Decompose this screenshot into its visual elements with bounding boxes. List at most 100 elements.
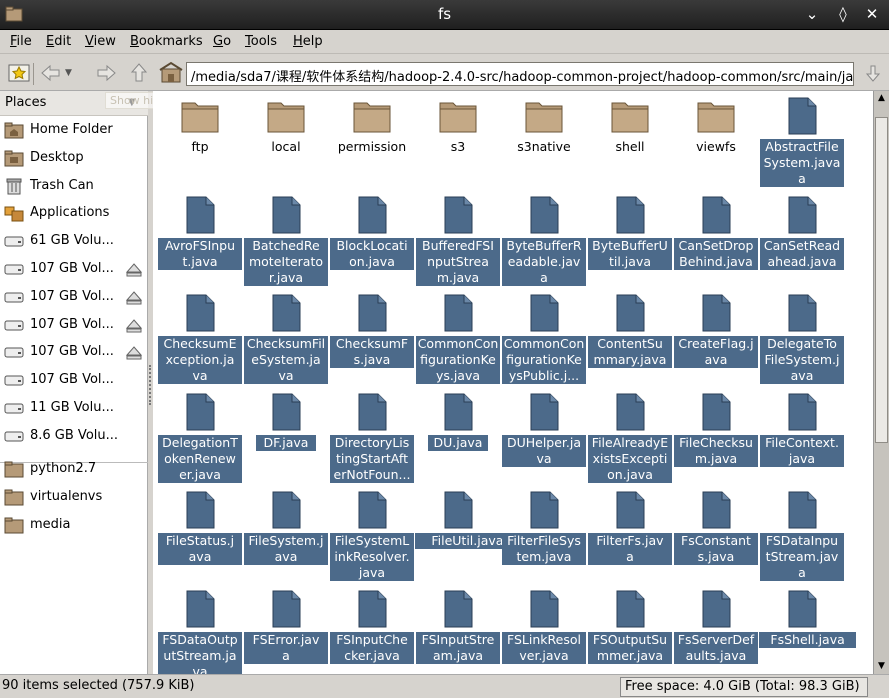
- place-item[interactable]: 107 GB Vol...: [0, 338, 148, 366]
- file-item[interactable]: FSDataInpu tStream.jav a: [759, 491, 845, 581]
- menu-go[interactable]: Go: [213, 34, 231, 49]
- file-name: FSInputChe cker.java: [330, 632, 414, 664]
- minimize-button[interactable]: ⌄: [802, 4, 822, 24]
- bookmark-item[interactable]: python2.7: [0, 455, 148, 483]
- place-item[interactable]: 107 GB Vol...: [0, 255, 148, 283]
- file-name-line: BatchedRe: [252, 238, 320, 253]
- file-item[interactable]: ChecksumF s.java: [329, 294, 415, 368]
- location-bar[interactable]: /media/sda7/课程/软件体系结构/hadoop-2.4.0-src/h…: [186, 62, 854, 86]
- place-item[interactable]: Home Folder: [0, 116, 148, 144]
- menu-tools[interactable]: Tools: [245, 34, 277, 49]
- file-name-line: er.java: [179, 467, 221, 482]
- back-arrow-icon[interactable]: [38, 61, 64, 85]
- file-item[interactable]: FileUtil.java: [415, 491, 520, 549]
- file-name: DU.java: [428, 435, 488, 451]
- home-icon[interactable]: [158, 61, 184, 85]
- place-item[interactable]: 61 GB Volu...: [0, 227, 148, 255]
- bookmark-item[interactable]: virtualenvs: [0, 483, 148, 511]
- file-item[interactable]: BlockLocati on.java: [329, 196, 415, 270]
- file-name: DelegationT okenRenew er.java: [158, 435, 242, 483]
- menu-edit[interactable]: Edit: [46, 34, 71, 49]
- file-item[interactable]: FSError.jav a: [243, 590, 329, 664]
- forward-arrow-icon[interactable]: [93, 61, 119, 85]
- folder-item[interactable]: shell: [587, 97, 673, 155]
- file-item[interactable]: FileSystem.j ava: [243, 491, 329, 565]
- file-item[interactable]: FileChecksu m.java: [673, 393, 759, 467]
- eject-icon[interactable]: [126, 346, 142, 360]
- eject-icon[interactable]: [126, 263, 142, 277]
- file-item[interactable]: AvroFSInpu t.java: [157, 196, 243, 270]
- file-item[interactable]: CanSetRead ahead.java: [759, 196, 845, 270]
- bookmark-item[interactable]: media: [0, 511, 148, 539]
- file-item[interactable]: DUHelper.ja va: [501, 393, 587, 467]
- file-item[interactable]: FSInputChe cker.java: [329, 590, 415, 664]
- file-item[interactable]: AbstractFile System.java a: [759, 97, 845, 187]
- file-view[interactable]: ftp local permission s3 s3native shell viewfs A…: [153, 91, 873, 674]
- place-item[interactable]: Desktop: [0, 144, 148, 172]
- file-item[interactable]: BatchedRe moteIterato r.java: [243, 196, 329, 286]
- pane-resize-grip[interactable]: [149, 365, 152, 405]
- file-item[interactable]: FileSystemL inkResolver. java: [329, 491, 415, 581]
- folder-item[interactable]: ftp: [157, 97, 243, 155]
- file-item[interactable]: DelegationT okenRenew er.java: [157, 393, 243, 483]
- file-item[interactable]: CreateFlag.j ava: [673, 294, 759, 368]
- java-file-icon: [444, 294, 473, 332]
- file-item[interactable]: FSDataOutp utStream.ja va: [157, 590, 243, 674]
- menu-view[interactable]: View: [85, 34, 116, 49]
- file-item[interactable]: CommonCon figurationKe ys.java: [415, 294, 501, 384]
- file-item[interactable]: DelegateTo FileSystem.j ava: [759, 294, 845, 384]
- file-item[interactable]: ChecksumFil eSystem.ja va: [243, 294, 329, 384]
- file-item[interactable]: ContentSu mmary.java: [587, 294, 673, 368]
- scroll-thumb[interactable]: [875, 117, 888, 443]
- file-item[interactable]: DU.java: [415, 393, 501, 451]
- file-item[interactable]: FsShell.java: [759, 590, 857, 648]
- file-item[interactable]: FileStatus.j ava: [157, 491, 243, 565]
- file-item[interactable]: ChecksumE xception.ja va: [157, 294, 243, 384]
- file-item[interactable]: FilterFileSys tem.java: [501, 491, 587, 565]
- back-dropdown-icon[interactable]: ▼: [65, 68, 72, 78]
- folder-item[interactable]: viewfs: [673, 97, 759, 155]
- menu-bookmarks[interactable]: Bookmarks: [130, 34, 203, 49]
- file-item[interactable]: FSInputStre am.java: [415, 590, 501, 664]
- file-item[interactable]: FilterFs.jav a: [587, 491, 673, 565]
- file-item[interactable]: ByteBufferU til.java: [587, 196, 673, 270]
- folder-item[interactable]: local: [243, 97, 329, 155]
- place-item[interactable]: 107 GB Vol...: [0, 311, 148, 339]
- file-item[interactable]: DirectoryLis tingStartAft erNotFoun...: [329, 393, 415, 483]
- new-bookmark-icon[interactable]: [6, 61, 32, 85]
- file-item[interactable]: FileAlreadyE xistsExcepti on.java: [587, 393, 673, 483]
- place-item[interactable]: 107 GB Vol...: [0, 283, 148, 311]
- file-item[interactable]: FsServerDef aults.java: [673, 590, 759, 664]
- menu-help[interactable]: Help: [293, 34, 323, 49]
- file-item[interactable]: DF.java: [243, 393, 329, 451]
- folder-item[interactable]: s3: [415, 97, 501, 155]
- file-item[interactable]: CanSetDrop Behind.java: [673, 196, 759, 270]
- close-button[interactable]: ✕: [862, 4, 882, 24]
- vertical-scrollbar[interactable]: ▲ ▼: [873, 91, 889, 674]
- place-item[interactable]: Applications: [0, 199, 148, 227]
- file-item[interactable]: FileContext. java: [759, 393, 845, 467]
- go-icon[interactable]: [860, 61, 886, 85]
- place-item[interactable]: 11 GB Volu...: [0, 394, 148, 422]
- file-item[interactable]: ByteBufferR eadable.jav a: [501, 196, 587, 286]
- place-item[interactable]: 107 GB Vol...: [0, 366, 148, 394]
- place-item[interactable]: 8.6 GB Volu...: [0, 422, 148, 450]
- up-arrow-icon[interactable]: [126, 61, 152, 85]
- file-name-line: figurationKe: [506, 352, 582, 367]
- file-item[interactable]: FSLinkResol ver.java: [501, 590, 587, 664]
- file-name-line: til.java: [608, 254, 651, 269]
- folder-item[interactable]: s3native: [501, 97, 587, 155]
- maximize-button[interactable]: ◊: [833, 4, 853, 24]
- file-item[interactable]: FsConstant s.java: [673, 491, 759, 565]
- file-item[interactable]: FSOutputSu mmer.java: [587, 590, 673, 664]
- eject-icon[interactable]: [126, 291, 142, 305]
- folder-item[interactable]: permission: [329, 97, 415, 155]
- file-item[interactable]: BufferedFSI nputStrea m.java: [415, 196, 501, 286]
- menu-file[interactable]: File: [10, 34, 32, 49]
- eject-icon[interactable]: [126, 318, 142, 333]
- file-item[interactable]: CommonCon figurationKe ysPublic.j...: [501, 294, 587, 384]
- place-item[interactable]: Trash Can: [0, 172, 148, 200]
- file-name-line: tingStartAft: [336, 451, 408, 466]
- scroll-up-icon[interactable]: ▲: [874, 91, 889, 106]
- scroll-down-icon[interactable]: ▼: [874, 659, 889, 674]
